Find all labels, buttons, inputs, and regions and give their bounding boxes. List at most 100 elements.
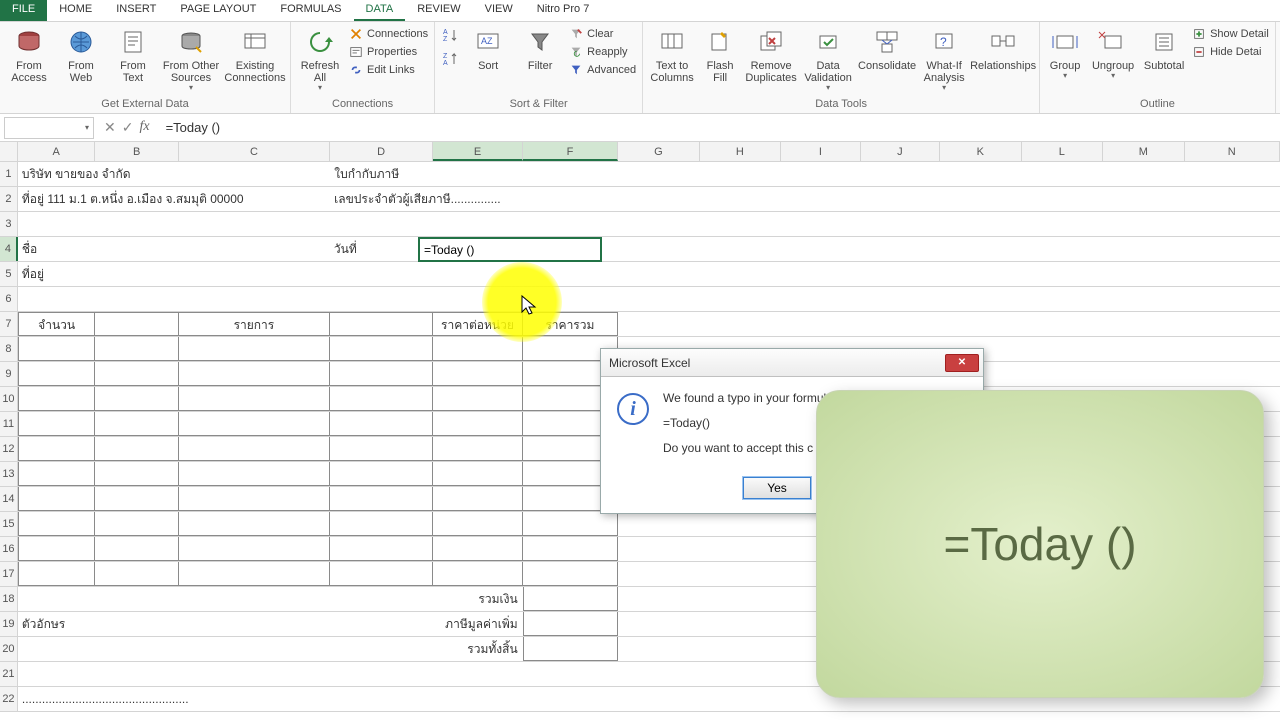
row-header[interactable]: 7 — [0, 312, 18, 336]
cell[interactable] — [330, 262, 433, 286]
cell[interactable] — [95, 587, 178, 611]
cell[interactable] — [179, 637, 330, 661]
col-header[interactable]: C — [179, 142, 330, 161]
ungroup-button[interactable]: Ungroup▾ — [1088, 24, 1138, 83]
cell[interactable] — [700, 262, 782, 286]
cell[interactable] — [18, 337, 96, 361]
cell[interactable] — [700, 587, 782, 611]
cell[interactable] — [618, 537, 700, 561]
row-header[interactable]: 14 — [0, 487, 18, 511]
cell[interactable] — [700, 212, 782, 236]
cell[interactable] — [940, 287, 1022, 311]
row-header[interactable]: 2 — [0, 187, 18, 211]
cell[interactable] — [433, 337, 522, 361]
close-button[interactable]: ✕ — [945, 354, 979, 372]
cell[interactable] — [1022, 187, 1103, 211]
cell[interactable] — [618, 662, 700, 686]
cell[interactable] — [179, 187, 330, 211]
cell[interactable] — [618, 637, 700, 661]
cell[interactable] — [700, 237, 782, 261]
from-access-button[interactable]: From Access — [4, 24, 54, 86]
col-header[interactable]: I — [781, 142, 861, 161]
cell[interactable] — [95, 337, 178, 361]
cell[interactable] — [1185, 187, 1280, 211]
cell[interactable] — [523, 687, 618, 711]
cell[interactable] — [1103, 287, 1185, 311]
cell[interactable] — [618, 262, 700, 286]
cell[interactable] — [523, 162, 618, 186]
cell[interactable] — [179, 537, 330, 561]
row-header[interactable]: 13 — [0, 462, 18, 486]
cell[interactable] — [781, 162, 860, 186]
sort-asc-button[interactable]: AZ — [439, 24, 461, 46]
cell[interactable] — [18, 362, 96, 386]
cell[interactable] — [179, 237, 330, 261]
cell[interactable] — [18, 487, 96, 511]
select-all-corner[interactable] — [0, 142, 18, 161]
row-header[interactable]: 5 — [0, 262, 18, 286]
cell[interactable] — [179, 162, 330, 186]
cell[interactable] — [433, 462, 522, 486]
cell[interactable] — [619, 187, 700, 211]
cell[interactable] — [95, 562, 178, 586]
cell[interactable] — [330, 562, 433, 586]
cell[interactable] — [433, 437, 522, 461]
cell[interactable] — [434, 162, 523, 186]
cell[interactable] — [18, 512, 96, 536]
cell[interactable]: วันที่ — [330, 237, 433, 261]
cell[interactable] — [1103, 162, 1184, 186]
cell[interactable] — [95, 487, 178, 511]
cell[interactable] — [330, 662, 433, 686]
row-header[interactable]: 12 — [0, 437, 18, 461]
cell[interactable] — [618, 612, 700, 636]
cell[interactable] — [18, 287, 96, 311]
fx-icon[interactable]: fx — [139, 119, 149, 136]
refresh-all-button[interactable]: Refresh All▾ — [295, 24, 345, 95]
cell[interactable] — [95, 262, 178, 286]
yes-button[interactable]: Yes — [743, 477, 811, 499]
cell[interactable] — [618, 237, 700, 261]
cell[interactable] — [433, 562, 522, 586]
cell[interactable] — [1103, 312, 1185, 336]
cell[interactable] — [1185, 212, 1280, 236]
cell[interactable] — [1103, 262, 1185, 286]
cell[interactable] — [433, 212, 522, 236]
formula-input[interactable]: =Today () — [160, 120, 1280, 135]
cell[interactable] — [523, 237, 618, 261]
edit-links-button[interactable]: Edit Links — [347, 62, 430, 78]
cell[interactable] — [781, 312, 861, 336]
cell[interactable] — [700, 687, 781, 711]
cell[interactable]: ภาษีมูลค่าเพิ่ม — [433, 612, 522, 636]
cell[interactable] — [179, 412, 330, 436]
tab-view[interactable]: VIEW — [473, 0, 525, 21]
col-header[interactable]: M — [1103, 142, 1184, 161]
cell[interactable] — [523, 662, 618, 686]
row-header[interactable]: 6 — [0, 287, 18, 311]
cell[interactable] — [433, 512, 522, 536]
row-header[interactable]: 15 — [0, 512, 18, 536]
cell[interactable] — [781, 237, 861, 261]
cell[interactable] — [96, 187, 179, 211]
cell[interactable] — [179, 287, 330, 311]
cell[interactable] — [433, 387, 522, 411]
existing-connections-button[interactable]: Existing Connections — [224, 24, 286, 86]
cell[interactable] — [700, 612, 782, 636]
cell[interactable] — [861, 262, 941, 286]
tab-nitro[interactable]: Nitro Pro 7 — [525, 0, 602, 21]
filter-button[interactable]: Filter — [515, 24, 565, 74]
cell[interactable] — [18, 662, 96, 686]
relationships-button[interactable]: Relationships — [971, 24, 1035, 74]
cell[interactable] — [18, 387, 96, 411]
sort-button[interactable]: AZSort — [463, 24, 513, 74]
cell[interactable] — [330, 412, 433, 436]
cell[interactable] — [434, 187, 523, 211]
cell[interactable] — [330, 462, 433, 486]
clear-button[interactable]: Clear — [567, 26, 638, 42]
cell[interactable] — [330, 537, 433, 561]
cell[interactable]: บริษัท ขายของ จำกัด — [18, 162, 96, 186]
cell[interactable] — [940, 162, 1021, 186]
from-text-button[interactable]: From Text — [108, 24, 158, 86]
cell[interactable] — [18, 212, 96, 236]
cell[interactable]: ตัวอักษร — [18, 612, 96, 636]
cell[interactable] — [95, 412, 178, 436]
